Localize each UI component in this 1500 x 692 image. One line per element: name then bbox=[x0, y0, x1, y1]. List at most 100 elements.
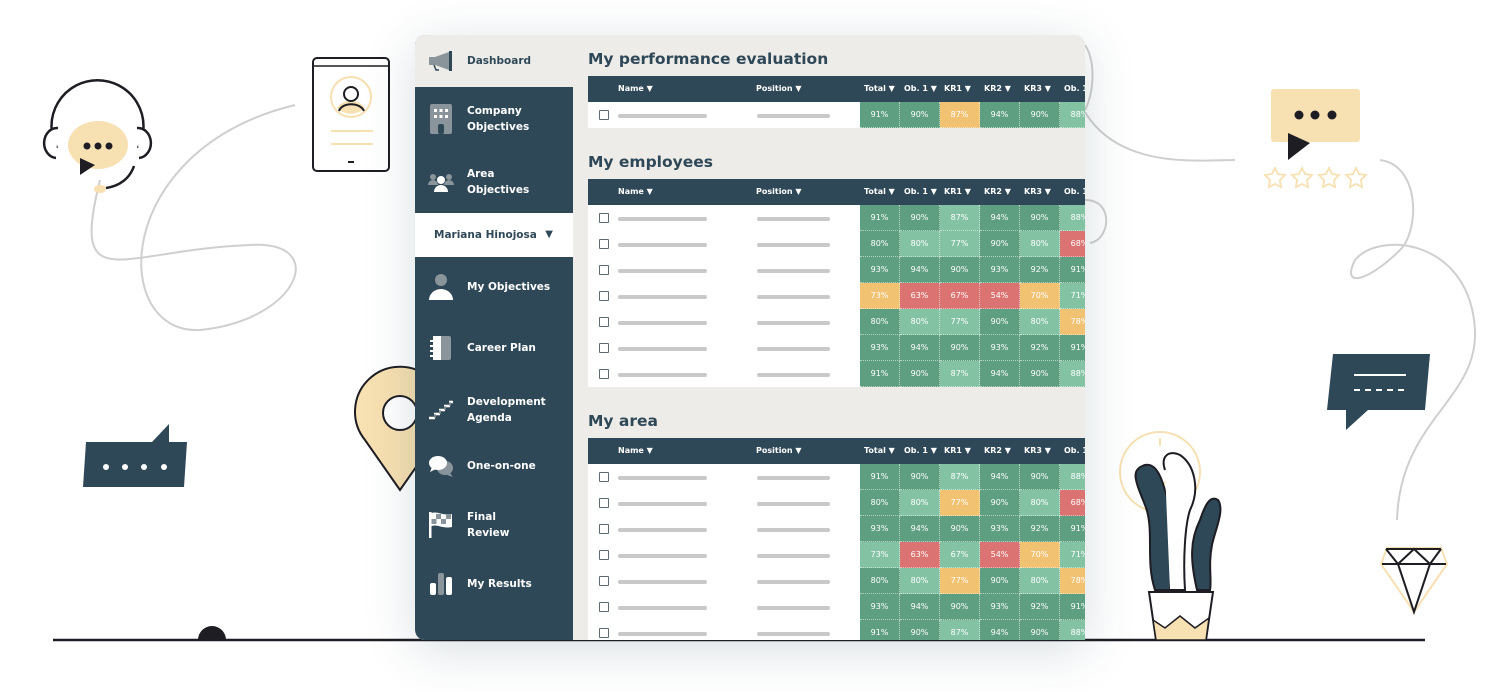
row-checkbox[interactable] bbox=[599, 369, 609, 379]
score-cell: 90% bbox=[980, 568, 1020, 594]
column-header-metric[interactable]: KR3 ▼ bbox=[1024, 446, 1051, 455]
diamond-icon bbox=[1379, 547, 1449, 616]
table-row[interactable]: 80%80%77%90%80%78% bbox=[588, 568, 1085, 594]
user-select-dropdown[interactable]: Mariana Hinojosa ▼ bbox=[415, 213, 573, 257]
score-cell: 80% bbox=[1020, 231, 1060, 257]
row-checkbox[interactable] bbox=[599, 602, 609, 612]
score-cell: 87% bbox=[940, 361, 980, 387]
connector-line bbox=[1084, 44, 1094, 111]
table-row[interactable]: 80%80%77%90%80%68% bbox=[588, 231, 1085, 257]
section-title: My area bbox=[588, 412, 658, 430]
column-header-metric[interactable]: KR2 ▼ bbox=[984, 84, 1011, 93]
sidebar-item-career-plan[interactable]: Career Plan bbox=[415, 317, 573, 379]
position-placeholder bbox=[757, 114, 830, 118]
score-cell: 90% bbox=[940, 516, 980, 542]
column-header-metric[interactable]: KR2 ▼ bbox=[984, 187, 1011, 196]
column-header-metric[interactable]: KR1 ▼ bbox=[944, 187, 971, 196]
column-header-metric[interactable]: KR1 ▼ bbox=[944, 84, 971, 93]
table-row[interactable]: 93%94%90%93%92%91% bbox=[588, 516, 1085, 542]
position-placeholder bbox=[757, 243, 830, 247]
score-cell: 93% bbox=[980, 335, 1020, 361]
score-cell: 68% bbox=[1060, 490, 1085, 516]
table-row[interactable]: 91%90%87%94%90%88% bbox=[588, 620, 1085, 640]
row-checkbox[interactable] bbox=[599, 213, 609, 223]
position-placeholder bbox=[757, 502, 830, 506]
column-header-metric[interactable]: Ob. 1 bbox=[1064, 187, 1085, 196]
score-cells: 80%80%77%90%80%78% bbox=[860, 309, 1085, 335]
column-header-metric[interactable]: KR3 ▼ bbox=[1024, 187, 1051, 196]
sidebar-item-label: My Results bbox=[467, 578, 532, 590]
speech-bubble-lines-icon bbox=[1327, 354, 1430, 430]
table-row[interactable]: 80%80%77%90%80%78% bbox=[588, 309, 1085, 335]
score-cell: 80% bbox=[1020, 490, 1060, 516]
column-header-metric[interactable]: Total ▼ bbox=[864, 446, 895, 455]
name-placeholder bbox=[618, 476, 707, 480]
score-cell: 54% bbox=[980, 283, 1020, 309]
star-icon bbox=[1263, 165, 1287, 189]
sidebar-item-dashboard[interactable]: Dashboard bbox=[415, 35, 573, 87]
score-cell: 94% bbox=[980, 464, 1020, 490]
row-checkbox[interactable] bbox=[599, 110, 609, 120]
row-checkbox[interactable] bbox=[599, 524, 609, 534]
sidebar-item-final-review[interactable]: Final Review bbox=[415, 491, 573, 559]
table-row[interactable]: 73%63%67%54%70%71% bbox=[588, 542, 1085, 568]
sidebar-item-area-objectives[interactable]: Area Objectives bbox=[415, 151, 573, 213]
column-header-metric[interactable]: Total ▼ bbox=[864, 84, 895, 93]
data-table: Name ▼ Position ▼ Total ▼ Ob. 1 ▼ KR1 ▼ KR2 ▼… bbox=[588, 76, 1085, 128]
row-checkbox[interactable] bbox=[599, 628, 609, 638]
table-row[interactable]: 91%90%87%94%90%88% bbox=[588, 464, 1085, 490]
column-header-metric[interactable]: KR2 ▼ bbox=[984, 446, 1011, 455]
row-checkbox[interactable] bbox=[599, 239, 609, 249]
ball-icon bbox=[198, 626, 226, 640]
row-checkbox[interactable] bbox=[599, 576, 609, 586]
row-checkbox[interactable] bbox=[599, 550, 609, 560]
column-header-metric[interactable]: KR1 ▼ bbox=[944, 446, 971, 455]
column-header-position[interactable]: Position ▼ bbox=[756, 446, 802, 455]
column-header-position[interactable]: Position ▼ bbox=[756, 84, 802, 93]
score-cell: 90% bbox=[980, 490, 1020, 516]
column-header-metric[interactable]: Ob. 1 ▼ bbox=[904, 84, 937, 93]
section-title: My employees bbox=[588, 153, 713, 171]
row-checkbox[interactable] bbox=[599, 343, 609, 353]
table-row[interactable]: 73%63%67%54%70%71% bbox=[588, 283, 1085, 309]
position-placeholder bbox=[757, 347, 830, 351]
column-header-metric[interactable]: Ob. 1 bbox=[1064, 84, 1085, 93]
table-row[interactable]: 80%80%77%90%80%68% bbox=[588, 490, 1085, 516]
name-placeholder bbox=[618, 632, 707, 636]
row-checkbox[interactable] bbox=[599, 265, 609, 275]
table-row[interactable]: 93%94%90%93%92%91% bbox=[588, 257, 1085, 283]
table-row[interactable]: 93%94%90%93%92%91% bbox=[588, 594, 1085, 620]
table-row[interactable]: 91%90%87%94%90%88% bbox=[588, 205, 1085, 231]
sidebar-item-my-results[interactable]: My Results bbox=[415, 559, 573, 609]
column-header-metric[interactable]: Ob. 1 ▼ bbox=[904, 187, 937, 196]
column-header-name[interactable]: Name ▼ bbox=[618, 187, 653, 196]
sidebar-item-company-objectives[interactable]: Company Objectives bbox=[415, 87, 573, 151]
column-header-metric[interactable]: Ob. 1 ▼ bbox=[904, 446, 937, 455]
row-checkbox[interactable] bbox=[599, 317, 609, 327]
table-row[interactable]: 93%94%90%93%92%91% bbox=[588, 335, 1085, 361]
column-header-metric[interactable]: Total ▼ bbox=[864, 187, 895, 196]
row-checkbox[interactable] bbox=[599, 291, 609, 301]
label-line: Objectives bbox=[467, 184, 530, 196]
column-header-name[interactable]: Name ▼ bbox=[618, 84, 653, 93]
sidebar-item-my-objectives[interactable]: My Objectives bbox=[415, 257, 573, 317]
column-header-name[interactable]: Name ▼ bbox=[618, 446, 653, 455]
chevron-down-icon: ▼ bbox=[545, 229, 553, 240]
column-header-position[interactable]: Position ▼ bbox=[756, 187, 802, 196]
row-checkbox[interactable] bbox=[599, 472, 609, 482]
sidebar-item-development-agenda[interactable]: Development Agenda bbox=[415, 379, 573, 441]
rating-stars bbox=[1263, 165, 1368, 189]
score-cell: 90% bbox=[1020, 361, 1060, 387]
sidebar-item-one-on-one[interactable]: One-on-one bbox=[415, 441, 573, 491]
column-header-metric[interactable]: KR3 ▼ bbox=[1024, 84, 1051, 93]
score-cell: 88% bbox=[1060, 464, 1085, 490]
table-row[interactable]: 91%90%87%94%90%88% bbox=[588, 361, 1085, 387]
label-line: Objectives bbox=[467, 121, 530, 133]
table-row[interactable]: 91%90%87%94%90%88% bbox=[588, 102, 1085, 128]
score-cell: 90% bbox=[900, 464, 940, 490]
score-cells: 73%63%67%54%70%71% bbox=[860, 283, 1085, 309]
score-cell: 88% bbox=[1060, 102, 1085, 128]
row-checkbox[interactable] bbox=[599, 498, 609, 508]
position-placeholder bbox=[757, 217, 830, 221]
column-header-metric[interactable]: Ob. 1 bbox=[1064, 446, 1085, 455]
